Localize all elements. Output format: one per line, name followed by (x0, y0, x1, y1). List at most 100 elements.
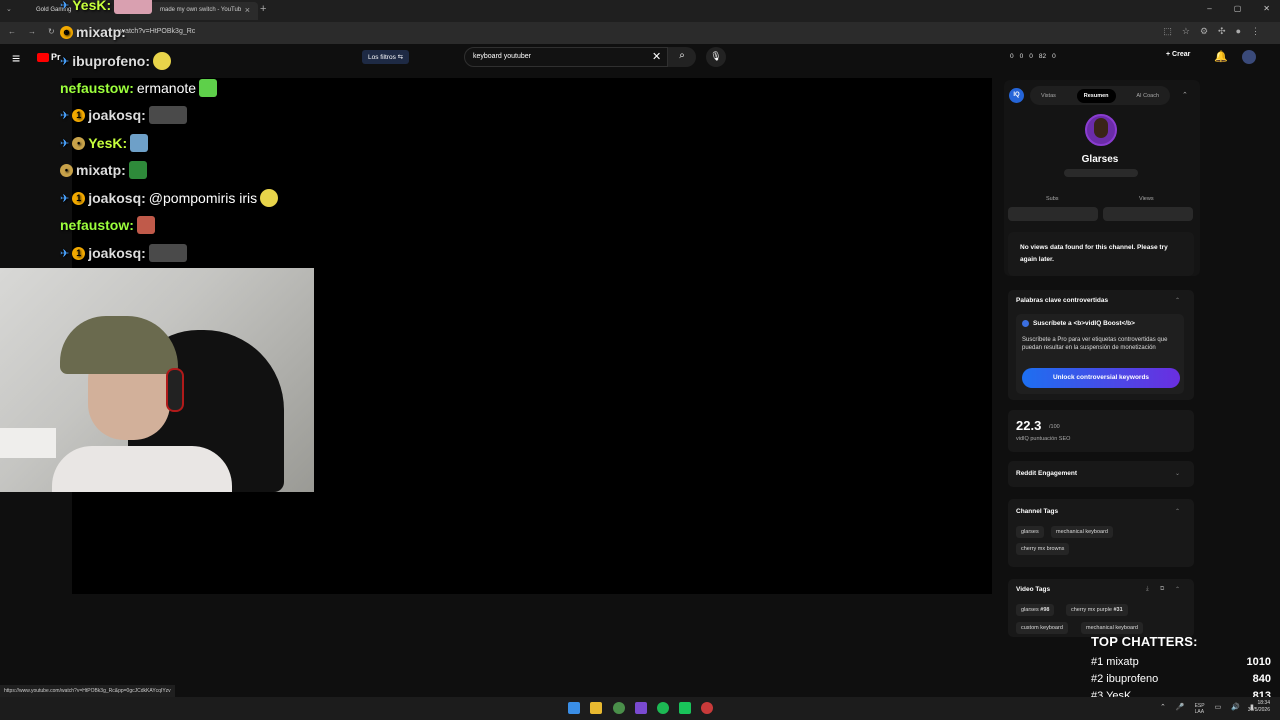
chat-line: nefaustow: (60, 216, 155, 234)
chevron-up-icon[interactable]: ⌃ (1182, 91, 1188, 99)
profile-icon[interactable]: ● (1236, 26, 1241, 37)
webcam-overlay (0, 268, 314, 492)
channel-tag[interactable]: glarses (1016, 526, 1044, 538)
close-tab-icon[interactable]: × (245, 5, 250, 15)
kick-icon[interactable] (679, 702, 691, 714)
chevron-up-icon[interactable]: ⌃ (1175, 297, 1180, 304)
minimize-icon[interactable]: – (1207, 4, 1211, 13)
vidiq-boost-icon (1022, 320, 1029, 327)
clock[interactable]: 18:34 30/5/2026 (1248, 700, 1270, 714)
tab-resumen[interactable]: Resumen (1076, 88, 1116, 103)
tab-ai-coach[interactable]: AI Coach (1129, 89, 1166, 103)
badge-icon: 1 (72, 108, 86, 122)
spotify-icon[interactable] (657, 702, 669, 714)
video-tag[interactable]: glarses #98 (1016, 604, 1055, 616)
volume-icon[interactable]: 🔊 (1231, 703, 1240, 715)
install-icon[interactable]: ⬚ (1163, 26, 1172, 37)
chatter-rank: #2 ibuprofeno (1091, 673, 1159, 685)
tab-list-icon[interactable]: ⌄ (6, 5, 12, 13)
tag-rank: #31 (1113, 607, 1123, 613)
pin-icon: ✈ (60, 109, 70, 122)
mic-tray-icon[interactable]: 🎤 (1176, 703, 1185, 715)
search-button[interactable]: ⌕ (668, 47, 696, 67)
tab-vistas[interactable]: Vistas (1034, 89, 1063, 103)
subs-value-placeholder (1008, 207, 1098, 221)
channel-tags-title[interactable]: Channel Tags (1016, 508, 1058, 515)
vidiq-logo-icon: IQ (1009, 88, 1024, 103)
obs-icon[interactable] (635, 702, 647, 714)
video-tag[interactable]: custom keyboard (1016, 622, 1068, 634)
streamer-shirt (52, 446, 232, 492)
chat-username: mixatp: (76, 162, 126, 178)
hamburger-menu-icon[interactable]: ≡ (12, 50, 20, 66)
windows-start-icon[interactable] (568, 702, 580, 714)
puzzle-icon[interactable]: ✣ (1218, 26, 1226, 37)
app-icon[interactable] (701, 702, 713, 714)
filters-label: Los filtros (368, 54, 396, 61)
boost-description: Suscríbete a Pro para ver etiquetas cont… (1022, 337, 1168, 351)
account-avatar[interactable] (1242, 50, 1256, 64)
badge-icon: ☻ (60, 25, 73, 39)
chat-username: nefaustow: (60, 217, 134, 233)
chevron-down-icon[interactable]: ⌄ (1175, 470, 1180, 477)
channel-tag[interactable]: mechanical keyboard (1051, 526, 1113, 538)
reload-icon[interactable]: ↻ (48, 27, 55, 36)
extension-stats: 0 0 0 82 0 (1010, 53, 1056, 60)
emote (260, 189, 279, 207)
copy-icon[interactable]: ⧉ (1160, 586, 1164, 593)
channel-avatar-face (1094, 118, 1108, 138)
channel-name: Glarses (1081, 154, 1119, 165)
nav-buttons: ← → ↻ (8, 27, 55, 36)
download-icon[interactable]: ⤓ (1146, 586, 1149, 593)
kebab-menu-icon[interactable]: ⋮ (1251, 26, 1260, 37)
subs-label: Subs (1046, 196, 1059, 202)
chat-username: ibuprofeno: (72, 53, 150, 69)
video-tag[interactable]: mechanical keyboard (1081, 622, 1143, 634)
unlock-keywords-button[interactable]: Unlock controversial keywords (1022, 368, 1180, 388)
create-button[interactable]: + Crear (1166, 51, 1190, 58)
reddit-title: Reddit Engagement (1016, 470, 1078, 477)
channel-tag[interactable]: cherry mx browns (1016, 543, 1070, 555)
chevron-up-icon[interactable]: ⌃ (1175, 508, 1180, 515)
url-field[interactable]: watch?v=HtPOBk3g_Rc (120, 28, 195, 35)
background-shelf (0, 428, 56, 458)
forward-icon[interactable]: → (28, 27, 36, 36)
chevron-up-icon[interactable]: ⌃ (1175, 586, 1180, 593)
back-icon[interactable]: ← (8, 27, 16, 36)
emote (114, 0, 153, 14)
chrome-icon[interactable] (613, 702, 625, 714)
search-input[interactable]: keyboard youtuber (464, 47, 668, 67)
pin-icon: ✈ (60, 0, 70, 12)
no-views-message: No views data found for this channel. Pl… (1008, 232, 1194, 276)
chevron-up-icon[interactable]: ⌃ (1160, 703, 1166, 715)
file-explorer-icon[interactable] (590, 702, 602, 714)
language-indicator[interactable]: ESP LAA (1195, 703, 1205, 715)
youtube-logo-icon[interactable] (37, 53, 49, 62)
emote (136, 216, 155, 234)
clear-search-icon[interactable]: ✕ (652, 50, 661, 63)
mic-icon[interactable]: 🎙 (706, 47, 726, 67)
extension-icon[interactable]: ⚙ (1200, 26, 1208, 37)
pin-icon: ✈ (60, 247, 70, 260)
network-icon[interactable]: ▭ (1215, 703, 1222, 715)
bookmark-star-icon[interactable]: ☆ (1182, 26, 1190, 37)
top-chatters-title: TOP CHATTERS: (1091, 634, 1198, 649)
video-tags-title[interactable]: Video Tags (1016, 586, 1050, 593)
notifications-bell-icon[interactable]: 🔔 (1214, 50, 1228, 63)
close-window-icon[interactable]: ✕ (1263, 4, 1270, 13)
filters-button[interactable]: Los filtros ⇆ (362, 50, 410, 64)
maximize-icon[interactable]: ▢ (1234, 4, 1242, 13)
seo-score-max: /100 (1049, 424, 1060, 430)
badge-icon: • (72, 136, 86, 150)
new-tab-button[interactable]: + (260, 3, 266, 15)
chat-line: ✈ 1 joakosq: (60, 244, 187, 262)
stat-value: 82 (1038, 53, 1047, 60)
stat-value: 0 (1029, 53, 1033, 60)
video-tag[interactable]: cherry mx purple #31 (1066, 604, 1128, 616)
top-chatter-row: #1 mixatp 1010 (1091, 656, 1271, 668)
top-chatter-row: #2 ibuprofeno 840 (1091, 673, 1271, 685)
badge-icon: 1 (72, 191, 86, 205)
emote (130, 134, 149, 152)
controversial-title[interactable]: Palabras clave controvertidas (1016, 297, 1108, 304)
chat-username: joakosq: (88, 245, 146, 261)
